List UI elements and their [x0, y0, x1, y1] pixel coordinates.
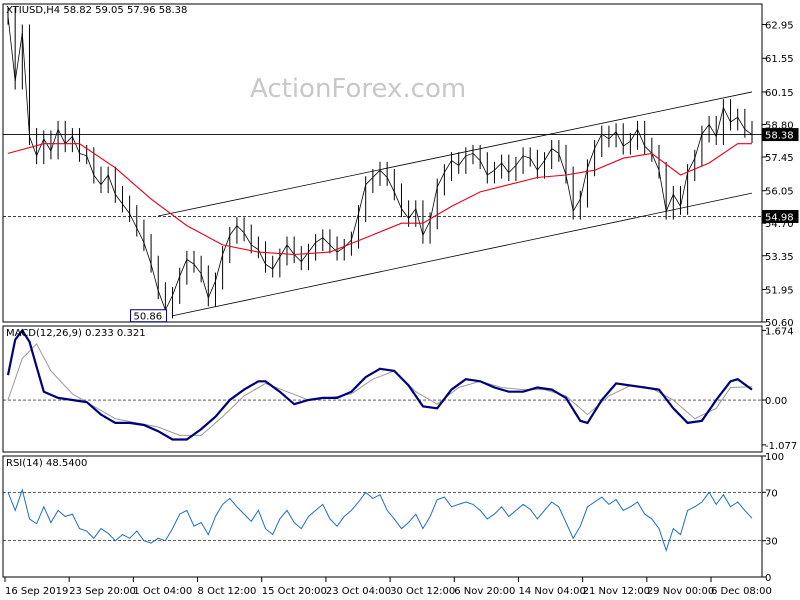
x-tick-label: 1 Oct 04:00: [133, 586, 192, 597]
x-tick-label: 23 Sep 20:00: [69, 586, 136, 597]
price-tag: 58.38: [765, 131, 794, 142]
rsi-line: [7, 488, 753, 553]
rsi-header: RSI(14) 48.5400: [6, 458, 87, 469]
macd-signal-line: [7, 343, 753, 436]
low-tag: 50.86: [134, 312, 163, 323]
x-tick-label: 29 Nov 00:00: [647, 586, 714, 597]
price-tick-label: 57.45: [765, 153, 794, 164]
price-panel: 62.9561.5560.1558.8057.4556.0554.7053.35…: [3, 7, 799, 329]
x-tick-label: 16 Sep 2019: [5, 586, 68, 597]
price-tick-label: 62.95: [765, 20, 794, 31]
macd-line: [6, 328, 753, 441]
rsi-tick-label: 70: [765, 488, 778, 499]
rsi-panel: 100 70 30 0: [3, 452, 784, 584]
channel-upper: [158, 91, 753, 217]
x-tick-label: 6 Nov 20:00: [454, 586, 515, 597]
chart-canvas: ActionForex.com 62.9561.5560.1558.8057.4…: [2, 3, 799, 597]
price-frame: [2, 3, 763, 323]
price-header: XTIUSD,H4 58.82 59.05 57.96 58.38: [6, 5, 187, 16]
macd-header: MACD(12,26,9) 0.233 0.321: [6, 328, 146, 339]
channel-lower: [172, 192, 753, 317]
macd-tick-label: 0.00: [765, 396, 787, 407]
price-tick-label: 51.95: [765, 285, 794, 296]
macd-panel: 1.674 0.00 -1.077: [3, 326, 797, 452]
macd-tick-label: -1.077: [765, 441, 797, 452]
moving-average-line: [7, 143, 752, 256]
price-tick-label: 60.15: [765, 88, 794, 99]
price-tick-label: 61.55: [765, 54, 794, 65]
x-tick-label: 21 Nov 12:00: [583, 586, 650, 597]
rsi-tick-label: 30: [765, 537, 778, 548]
macd-tick-label: 1.674: [765, 326, 794, 337]
x-tick-label: 8 Oct 12:00: [198, 586, 257, 597]
price-tick-label: 56.05: [765, 187, 794, 198]
x-tick-label: 23 Oct 04:00: [326, 586, 391, 597]
x-tick-label: 15 Oct 20:00: [262, 586, 327, 597]
rsi-tick-label: 0: [765, 573, 771, 584]
rsi-tick-label: 100: [765, 452, 784, 463]
watermark: ActionForex.com: [250, 74, 466, 104]
price-tick-label: 53.35: [765, 252, 794, 263]
x-axis: 16 Sep 2019 23 Sep 20:001 Oct 04:00 8 Oct …: [4, 577, 772, 597]
x-tick-label: 6 Dec 08:00: [711, 586, 772, 597]
x-tick-label: 14 Nov 04:00: [518, 586, 585, 597]
support-tag: 54.98: [765, 212, 794, 223]
x-tick-label: 30 Oct 12:00: [390, 586, 455, 597]
